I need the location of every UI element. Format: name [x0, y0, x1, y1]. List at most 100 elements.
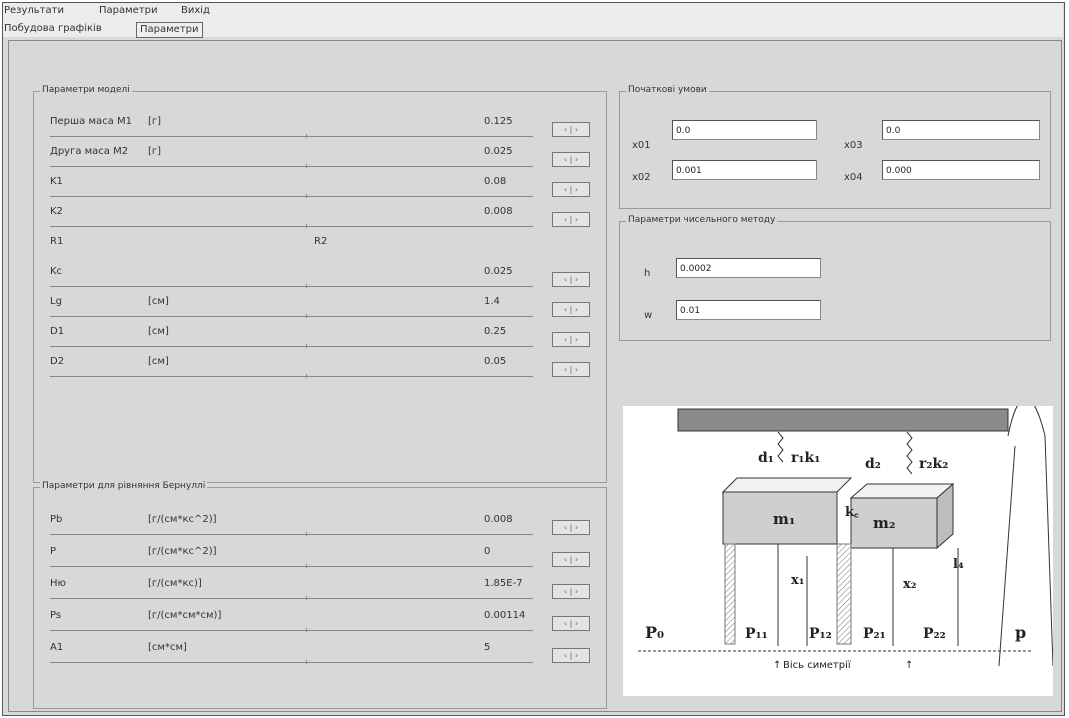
slider-track-right[interactable]: [307, 662, 533, 663]
menu-parameters[interactable]: Параметри: [99, 5, 158, 16]
spin-button[interactable]: ‹ | ›: [552, 616, 590, 631]
param-value: 0: [484, 546, 491, 557]
slider-track-left[interactable]: [50, 196, 306, 197]
param-label: Перша маса M1: [50, 116, 132, 127]
bernoulli_group-row: Ps [г/(см*см*см)] 0.00114 ‹ | ›: [34, 606, 604, 634]
bernoulli-title: Параметри для рівняння Бернуллі: [40, 481, 208, 491]
slider-track-right[interactable]: [307, 630, 533, 631]
spin-button[interactable]: ‹ | ›: [552, 272, 590, 287]
slider-track-left[interactable]: [50, 316, 306, 317]
slider-track-left[interactable]: [50, 566, 306, 567]
param-unit: [г]: [148, 146, 162, 157]
model-params-group: Параметри моделі Перша маса M1 [г] 0.125 ‹ …: [33, 85, 607, 483]
r1-label: R1: [50, 236, 64, 247]
spin-button[interactable]: ‹ | ›: [552, 182, 590, 197]
spin-button[interactable]: ‹ | ›: [552, 362, 590, 377]
slider-track-right[interactable]: [307, 566, 533, 567]
model_group-row: D2 [см] 0.05 ‹ | ›: [34, 352, 604, 380]
x01-input[interactable]: 0.0: [672, 120, 817, 140]
param-value: 1.85E-7: [484, 578, 523, 589]
x03-label: x03: [844, 140, 863, 151]
slider-track-left[interactable]: [50, 166, 306, 167]
param-unit: [см]: [148, 326, 169, 337]
spin-button[interactable]: ‹ | ›: [552, 332, 590, 347]
kc-label: k꜀: [845, 505, 859, 520]
menu-exit[interactable]: Вихід: [181, 5, 210, 16]
param-value: 5: [484, 642, 491, 653]
spin-button[interactable]: ‹ | ›: [552, 212, 590, 227]
slider-track-right[interactable]: [307, 346, 533, 347]
spin-button[interactable]: ‹ | ›: [552, 648, 590, 663]
param-unit: [г/(см*см*см)]: [148, 610, 222, 621]
d1-label: d₁: [758, 450, 774, 466]
x03-input[interactable]: 0.0: [882, 120, 1040, 140]
numeric-method-group: Параметри чисельного методу h 0.0002 w 0…: [619, 215, 1051, 341]
slider-track-left[interactable]: [50, 598, 306, 599]
initial-conditions-group: Початкові умови x01 0.0 x03 0.0 x02 0.00…: [619, 85, 1051, 209]
model_group-row: D1 [см] 0.25 ‹ | ›: [34, 322, 604, 350]
tab-parameters[interactable]: Параметри: [136, 22, 203, 38]
slider-track-left[interactable]: [50, 286, 306, 287]
slider-track-right[interactable]: [307, 136, 533, 137]
d2-label: d₂: [865, 456, 881, 472]
slider-track-left[interactable]: [50, 534, 306, 535]
slider-track-left[interactable]: [50, 630, 306, 631]
x02-label: x02: [632, 172, 651, 183]
param-value: 0.025: [484, 266, 513, 277]
x01-label: x01: [632, 140, 651, 151]
slider-track-right[interactable]: [307, 316, 533, 317]
param-label: Lg: [50, 296, 62, 307]
param-label: Kc: [50, 266, 63, 277]
slider-track-left[interactable]: [50, 346, 306, 347]
spin-button[interactable]: ‹ | ›: [552, 552, 590, 567]
spin-button[interactable]: ‹ | ›: [552, 302, 590, 317]
x1-label: x₁: [791, 573, 804, 588]
m2-label: m₂: [873, 514, 895, 532]
bernoulli_group-row: Pb [г/(см*кс^2)] 0.008 ‹ | ›: [34, 510, 604, 538]
r-labels-row: R1 R2: [34, 232, 604, 260]
x02-input[interactable]: 0.001: [672, 160, 817, 180]
slider-track-left[interactable]: [50, 136, 306, 137]
slider-track-right[interactable]: [307, 598, 533, 599]
spring-1: [777, 431, 784, 463]
w-input[interactable]: 0.01: [676, 300, 821, 320]
tab-plots[interactable]: Побудова графіків: [4, 22, 102, 36]
bernoulli-group: Параметри для рівняння Бернуллі Pb [г/(см…: [33, 481, 607, 709]
spin-button[interactable]: ‹ | ›: [552, 520, 590, 535]
spin-button[interactable]: ‹ | ›: [552, 152, 590, 167]
x04-input[interactable]: 0.000: [882, 160, 1040, 180]
slider-track-right[interactable]: [307, 166, 533, 167]
r2k2-label: r₂k₂: [919, 456, 948, 472]
param-label: K2: [50, 206, 63, 217]
parameters-page: Параметри моделі Перша маса M1 [г] 0.125 ‹ …: [8, 40, 1062, 712]
slider-track-left[interactable]: [50, 226, 306, 227]
axis-arrow-right-icon: ↑: [905, 660, 913, 671]
slider-track-right[interactable]: [307, 376, 533, 377]
slider-track-right[interactable]: [307, 196, 533, 197]
model_group-row: K1 0.08 ‹ | ›: [34, 172, 604, 200]
menu-bar: Результати Параметри Вихід: [3, 3, 1063, 19]
spring-2: [906, 431, 913, 475]
slider-track-left[interactable]: [50, 662, 306, 663]
slider-track-right[interactable]: [307, 286, 533, 287]
axis-arrow-left-icon: ↑: [773, 660, 781, 671]
p22-label: P₂₂: [923, 626, 946, 642]
slider-track-right[interactable]: [307, 226, 533, 227]
model_group-row: K2 0.008 ‹ | ›: [34, 202, 604, 230]
model_group-row: Kc 0.025 ‹ | ›: [34, 262, 604, 290]
slider-track-right[interactable]: [307, 534, 533, 535]
r2-label: R2: [314, 236, 328, 247]
param-unit: [г/(см*кс^2)]: [148, 546, 217, 557]
param-unit: [см]: [148, 296, 169, 307]
param-unit: [г/(см*кс^2)]: [148, 514, 217, 525]
spin-button[interactable]: ‹ | ›: [552, 122, 590, 137]
h-input[interactable]: 0.0002: [676, 258, 821, 278]
mass-1-top: [721, 477, 853, 493]
model-diagram-svg: d₁ r₁k₁ d₂ r₂k₂ m₁ m₂ k꜀ x₁ x₂ l₄ P₀ P₁₁…: [638, 398, 1054, 671]
menu-results[interactable]: Результати: [4, 5, 64, 16]
slider-track-left[interactable]: [50, 376, 306, 377]
model_group-row: Lg [см] 1.4 ‹ | ›: [34, 292, 604, 320]
spin-button[interactable]: ‹ | ›: [552, 584, 590, 599]
mass-2-top: [849, 483, 955, 499]
p-label: p: [1015, 623, 1026, 642]
